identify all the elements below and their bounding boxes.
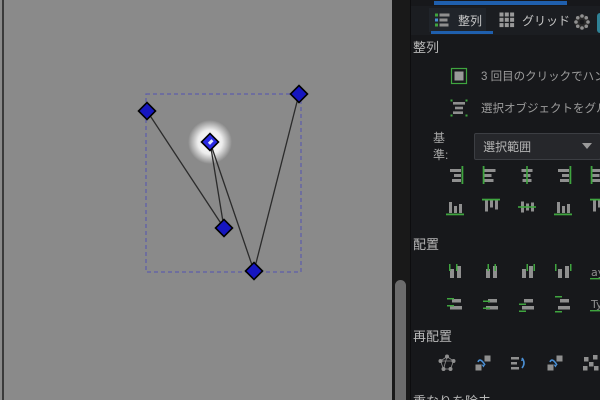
- svg-text:Ty: Ty: [590, 298, 600, 311]
- dialog-settings-button[interactable]: [571, 11, 593, 33]
- path-node[interactable]: [244, 261, 264, 281]
- relative-to-row: 基準: 選択範囲: [433, 129, 600, 163]
- graph-layout-icon[interactable]: [437, 353, 457, 373]
- text-baseline-v-icon[interactable]: Ty: [589, 294, 600, 314]
- align-section-title: 整列: [413, 40, 440, 55]
- align-horizontal-row: [411, 164, 600, 186]
- move-as-group-label: 選択オブジェクトをグループとして移動: [481, 103, 600, 115]
- distribute-center-v-icon[interactable]: [481, 294, 501, 314]
- align-center-horizontal-icon[interactable]: [517, 165, 537, 185]
- path-segment: [253, 93, 300, 272]
- distribute-center-h-icon[interactable]: [481, 262, 501, 282]
- scrollbar-thumb[interactable]: [395, 280, 406, 400]
- tab-grid-label: グリッド: [522, 13, 571, 28]
- relative-to-dropdown[interactable]: 選択範囲: [474, 132, 600, 160]
- align-left-edges-icon[interactable]: [481, 165, 501, 185]
- distribute-bottom-icon[interactable]: [517, 294, 537, 314]
- move-as-group-icon[interactable]: [449, 98, 469, 118]
- path-overlay: [137, 84, 309, 281]
- distribute-right-icon[interactable]: [517, 262, 537, 282]
- dock-accent-bar: [434, 1, 567, 5]
- active-tab-indicator: [431, 31, 493, 34]
- move-as-group-option[interactable]: 選択オブジェクトをグループとして移動: [449, 98, 600, 118]
- text-baseline-h-icon[interactable]: ay: [589, 262, 600, 282]
- exchange-clockwise-icon[interactable]: [545, 353, 565, 373]
- distribute-gaps-v-icon[interactable]: [553, 294, 573, 314]
- align-bottom-anchor-icon[interactable]: [445, 197, 465, 217]
- drawing-canvas[interactable]: [0, 0, 392, 400]
- align-right-edges-icon[interactable]: [553, 165, 573, 185]
- align-right-anchor-icon[interactable]: [445, 165, 465, 185]
- rearrange-section-title: 再配置: [413, 329, 453, 344]
- distribute-section-title: 配置: [413, 237, 440, 252]
- relative-to-label: 基準:: [433, 131, 449, 162]
- grid-tab-icon: [497, 10, 517, 30]
- align-tab-icon: [433, 10, 453, 30]
- align-top-edges-icon[interactable]: [481, 197, 501, 217]
- svg-text:ay: ay: [591, 266, 600, 279]
- canvas-vertical-scrollbar[interactable]: [392, 0, 410, 400]
- path-segment: [209, 141, 255, 272]
- chevron-down-icon: [582, 143, 592, 149]
- align-left-anchor-icon[interactable]: [589, 165, 600, 185]
- on-canvas-handles-icon[interactable]: [449, 66, 469, 86]
- gear-icon: [572, 12, 592, 32]
- align-center-vertical-icon[interactable]: [517, 197, 537, 217]
- distribute-top-icon[interactable]: [445, 294, 465, 314]
- unclump-icon[interactable]: [581, 353, 600, 373]
- distribute-vertical-row: Ty: [411, 293, 600, 315]
- align-top-anchor-icon[interactable]: [589, 197, 600, 217]
- align-vertical-row: [411, 196, 600, 218]
- tab-grid[interactable]: グリッド: [493, 8, 574, 32]
- remove-overlap-section-title: 重なりを除去: [413, 391, 491, 400]
- path-node[interactable]: [289, 84, 309, 104]
- rearrange-row: [411, 352, 600, 374]
- path-node[interactable]: [137, 101, 157, 121]
- tab-align-label: 整列: [458, 13, 483, 28]
- path-node[interactable]: [214, 218, 234, 238]
- align-bottom-edges-icon[interactable]: [553, 197, 573, 217]
- exchange-selection-order-icon[interactable]: [473, 353, 493, 373]
- on-canvas-handles-option[interactable]: 3 回目のクリックでハンドルを有効化: [449, 66, 600, 86]
- distribute-horizontal-row: ay: [411, 261, 600, 283]
- relative-to-value: 選択範囲: [483, 139, 532, 154]
- distribute-gaps-h-icon[interactable]: [553, 262, 573, 282]
- align-distribute-panel: 整列 グリッド 整列 3 回目のクリックでハンドルを有効化 選択オブジェクトをグ…: [410, 0, 600, 400]
- tab-align[interactable]: 整列: [429, 8, 487, 32]
- exchange-stacking-order-icon[interactable]: [509, 353, 529, 373]
- on-canvas-handles-label: 3 回目のクリックでハンドルを有効化: [481, 71, 600, 83]
- application-window: 整列 グリッド 整列 3 回目のクリックでハンドルを有効化 選択オブジェクトをグ…: [0, 0, 600, 400]
- distribute-left-icon[interactable]: [445, 262, 465, 282]
